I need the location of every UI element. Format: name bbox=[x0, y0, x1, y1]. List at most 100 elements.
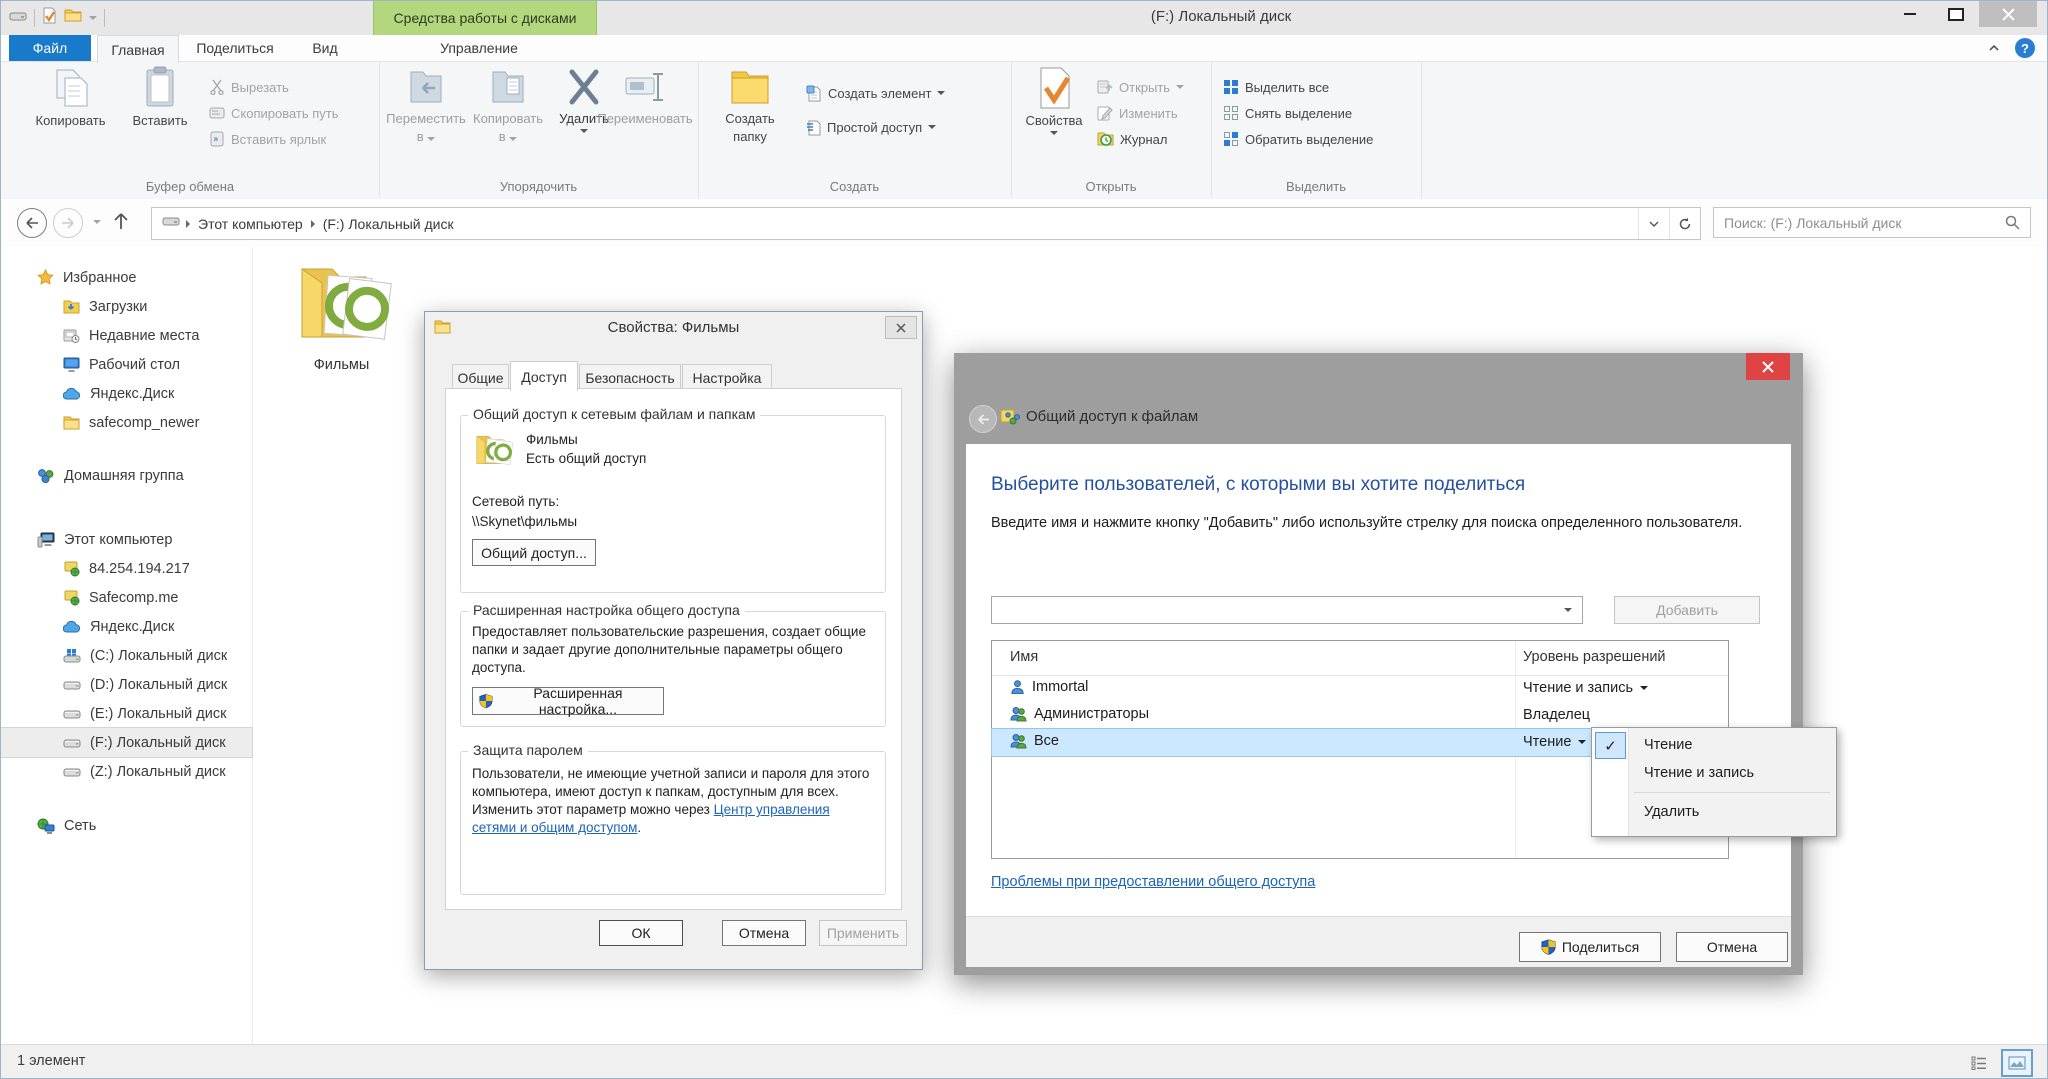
tab-home[interactable]: Главная bbox=[97, 35, 179, 63]
table-row-administrators[interactable]: Администраторы Владелец bbox=[992, 702, 1728, 729]
invert-selection-button[interactable]: Обратить выделение bbox=[1223, 126, 1373, 152]
minimize-button[interactable] bbox=[1887, 1, 1933, 27]
sharing-close-button[interactable] bbox=[1746, 353, 1790, 380]
close-button[interactable] bbox=[1979, 1, 2037, 27]
back-button[interactable] bbox=[17, 208, 47, 238]
new-folder-button[interactable]: Создать папку bbox=[708, 66, 792, 144]
apply-button[interactable]: Применить bbox=[819, 920, 907, 946]
sidebar-item-drive-e[interactable]: (E:) Локальный диск bbox=[1, 699, 252, 728]
properties-shortcut-icon[interactable] bbox=[42, 7, 57, 29]
share-button[interactable]: Поделиться bbox=[1519, 932, 1661, 962]
table-row-immortal[interactable]: Immortal Чтение и запись bbox=[992, 675, 1728, 702]
edit-button[interactable]: Изменить bbox=[1097, 100, 1184, 126]
history-button[interactable]: Журнал bbox=[1097, 126, 1184, 152]
sidebar-item-downloads[interactable]: Загрузки bbox=[1, 292, 252, 321]
up-button[interactable] bbox=[113, 211, 129, 231]
sidebar-item-drive-z[interactable]: (Z:) Локальный диск bbox=[1, 757, 252, 786]
menu-item-read-write[interactable]: Чтение и запись bbox=[1644, 765, 1754, 781]
menu-item-read[interactable]: Чтение bbox=[1644, 737, 1692, 753]
user-combobox[interactable] bbox=[991, 596, 1583, 624]
properties-button[interactable]: Свойства bbox=[1019, 66, 1089, 135]
permission-dropdown-open[interactable]: Чтение bbox=[1523, 734, 1586, 750]
tab-manage[interactable]: Управление bbox=[429, 35, 529, 61]
sidebar-item-favorites[interactable]: Избранное bbox=[1, 263, 252, 292]
ok-button[interactable]: ОК bbox=[599, 920, 683, 946]
copy-button[interactable]: Копировать bbox=[23, 66, 118, 128]
paste-shortcut-button[interactable]: Вставить ярлык bbox=[209, 126, 339, 152]
advanced-sharing-button[interactable]: Расширенная настройка... bbox=[472, 687, 664, 715]
breadcrumb-this-pc[interactable]: Этот компьютер bbox=[190, 216, 311, 232]
copy-to-button[interactable]: Копировать в bbox=[469, 66, 547, 144]
tab-security[interactable]: Безопасность bbox=[579, 364, 681, 391]
new-folder-shortcut-icon[interactable] bbox=[64, 8, 82, 28]
password-protection-text: Пользователи, не имеющие учетной записи … bbox=[472, 765, 872, 837]
permission-dropdown[interactable]: Чтение и запись bbox=[1523, 680, 1648, 696]
thumbnails-view-button[interactable] bbox=[2001, 1049, 2033, 1077]
share-access-button[interactable]: Общий доступ... bbox=[472, 539, 596, 566]
open-button[interactable]: Открыть bbox=[1097, 74, 1184, 100]
sidebar-item-recent-places[interactable]: Недавние места bbox=[1, 321, 252, 350]
sidebar-item-yandex-disk[interactable]: Яндекс.Диск bbox=[1, 379, 252, 408]
rename-button[interactable]: Переименовать bbox=[593, 66, 697, 126]
search-input[interactable]: Поиск: (F:) Локальный диск bbox=[1713, 207, 2031, 238]
move-to-button[interactable]: Переместить в bbox=[387, 66, 465, 144]
select-all-button[interactable]: Выделить все bbox=[1223, 74, 1373, 100]
sidebar-item-safecomp-me[interactable]: Safecomp.me bbox=[1, 583, 252, 612]
easy-access-button[interactable]: Простой доступ bbox=[806, 114, 945, 140]
copy-path-button[interactable]: Скопировать путь bbox=[209, 100, 339, 126]
sharing-problems-link[interactable]: Проблемы при предоставлении общего досту… bbox=[991, 874, 1315, 890]
tab-sharing[interactable]: Доступ bbox=[510, 361, 578, 391]
tab-file[interactable]: Файл bbox=[9, 35, 91, 61]
desktop-icon bbox=[63, 357, 80, 372]
details-view-button[interactable] bbox=[1965, 1051, 1993, 1075]
collapse-ribbon-icon[interactable] bbox=[1989, 45, 1999, 51]
sidebar-item-desktop[interactable]: Рабочий стол bbox=[1, 350, 252, 379]
sidebar-item-safecomp-newer[interactable]: safecomp_newer bbox=[1, 408, 252, 437]
sidebar-item-homegroup[interactable]: Домашняя группа bbox=[1, 461, 252, 490]
sidebar-item-drive-c[interactable]: (C:) Локальный диск bbox=[1, 641, 252, 670]
items-count: 1 элемент bbox=[17, 1053, 85, 1069]
group-label-clipboard: Буфер обмена bbox=[1, 179, 379, 194]
tab-view[interactable]: Вид bbox=[293, 35, 357, 61]
sharing-cancel-button[interactable]: Отмена bbox=[1676, 932, 1788, 962]
ribbon-group-open: Свойства Открыть Изменить Журнал Отк bbox=[1011, 62, 1212, 198]
breadcrumb-current[interactable]: (F:) Локальный диск bbox=[315, 216, 462, 232]
network-path-label: Сетевой путь: bbox=[472, 493, 559, 511]
select-none-button[interactable]: Снять выделение bbox=[1223, 100, 1373, 126]
sidebar-item-network[interactable]: Сеть bbox=[1, 811, 252, 840]
cut-button[interactable]: Вырезать bbox=[209, 74, 339, 100]
folder-item-films[interactable]: Фильмы bbox=[269, 251, 414, 373]
add-user-button[interactable]: Добавить bbox=[1614, 596, 1760, 624]
tab-share[interactable]: Поделиться bbox=[185, 35, 285, 61]
sidebar-item-this-pc[interactable]: Этот компьютер bbox=[1, 525, 252, 554]
sidebar-item-yandex-disk-2[interactable]: Яндекс.Диск bbox=[1, 612, 252, 641]
address-dropdown-button[interactable] bbox=[1638, 208, 1669, 239]
help-icon[interactable]: ? bbox=[2015, 38, 2035, 58]
edit-icon bbox=[1097, 105, 1113, 121]
menu-item-remove[interactable]: Удалить bbox=[1644, 804, 1699, 820]
disk-tools-context-tab[interactable]: Средства работы с дисками bbox=[373, 1, 597, 35]
wizard-back-button[interactable] bbox=[969, 405, 997, 433]
new-item-button[interactable]: Создать элемент bbox=[806, 80, 945, 106]
checked-indicator: ✓ bbox=[1595, 732, 1626, 759]
recent-locations-dropdown-icon[interactable] bbox=[93, 220, 101, 224]
properties-dialog-titlebar[interactable]: Свойства: Фильмы bbox=[425, 312, 922, 342]
forward-button[interactable] bbox=[53, 208, 83, 238]
breadcrumb-bar[interactable]: Этот компьютер (F:) Локальный диск bbox=[151, 207, 1701, 240]
qat-customize-icon[interactable] bbox=[89, 16, 97, 20]
select-all-icon bbox=[1223, 79, 1239, 95]
advanced-sharing-description: Предоставляет пользовательские разрешени… bbox=[472, 623, 872, 677]
tab-customize[interactable]: Настройка bbox=[682, 364, 772, 391]
sidebar-item-drive-f[interactable]: (F:) Локальный диск bbox=[1, 728, 252, 757]
ribbon-group-organize: Переместить в Копировать в Удалить Переи… bbox=[379, 62, 699, 198]
properties-close-button[interactable] bbox=[885, 316, 917, 339]
paste-button[interactable]: Вставить bbox=[121, 66, 199, 128]
maximize-button[interactable] bbox=[1933, 1, 1979, 27]
sidebar-item-network-drive-84[interactable]: 84.254.194.217 bbox=[1, 554, 252, 583]
qat-separator bbox=[34, 9, 35, 27]
copy-path-icon bbox=[209, 106, 225, 120]
sidebar-item-drive-d[interactable]: (D:) Локальный диск bbox=[1, 670, 252, 699]
tab-general[interactable]: Общие bbox=[452, 364, 509, 391]
refresh-button[interactable] bbox=[1669, 208, 1700, 239]
cancel-button[interactable]: Отмена bbox=[722, 920, 806, 946]
